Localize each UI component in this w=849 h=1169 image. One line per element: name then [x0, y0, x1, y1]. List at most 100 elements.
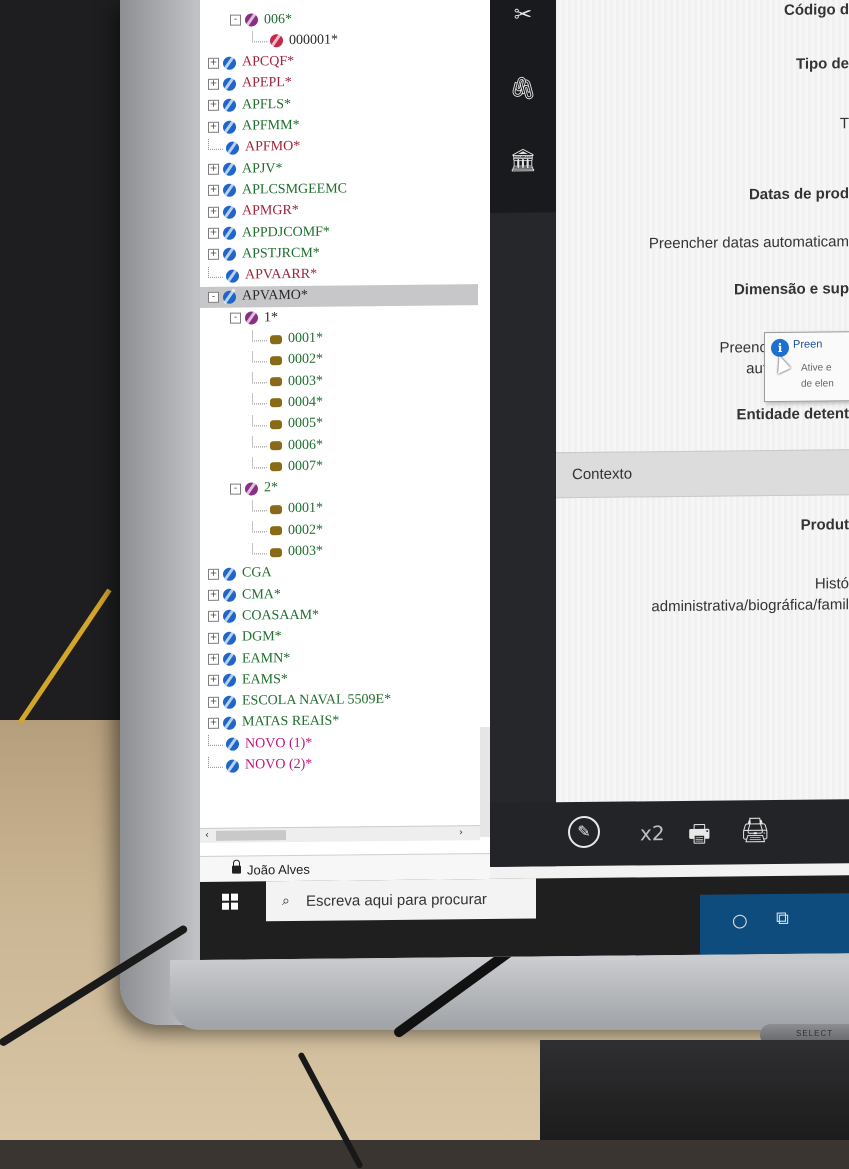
tree-connector	[252, 351, 267, 363]
tree-node[interactable]: + COASAAM*	[208, 605, 319, 627]
tree-node[interactable]: 0006*	[252, 435, 323, 457]
tree-node-label: 0002*	[288, 522, 323, 538]
folder-icon	[245, 311, 258, 325]
tree-node-label: APVAARR*	[245, 266, 318, 283]
task-view-icon[interactable]: ⧉	[776, 908, 789, 929]
fund-icon	[223, 588, 236, 602]
expand-icon[interactable]: +	[208, 675, 219, 687]
fund-icon	[223, 98, 236, 112]
document-icon	[270, 355, 282, 366]
monitor-stand	[540, 1040, 849, 1140]
tree-node[interactable]: + APFLS*	[208, 94, 291, 116]
tree-node[interactable]: + EAMS*	[208, 669, 288, 691]
tree-node-label: 006*	[264, 11, 292, 27]
expand-icon[interactable]: +	[208, 653, 219, 665]
expand-icon[interactable]: +	[208, 696, 219, 708]
section-context[interactable]: Contexto	[556, 449, 849, 499]
tree-horizontal-scrollbar[interactable]: ‹ ›	[200, 825, 480, 843]
tree-node-label: NOVO (2)*	[245, 756, 313, 773]
tree-node-label: APFMM*	[242, 117, 300, 134]
tree-node[interactable]: + APMGR*	[208, 201, 299, 223]
tree-node[interactable]: - 2*	[230, 478, 278, 500]
tree-node[interactable]: + APPDJCOMF*	[208, 222, 330, 244]
tree-node[interactable]: + EAMN*	[208, 648, 290, 670]
screen: - 006* 000001* + APCQF* + APEPL* + APFLS* + APFMM*…	[200, 0, 849, 961]
scroll-thumb[interactable]	[216, 830, 286, 841]
tree-node[interactable]: - 006*	[230, 9, 292, 31]
expand-icon[interactable]: +	[208, 163, 219, 176]
expand-icon[interactable]: +	[208, 227, 219, 239]
link-building-icon[interactable]: 🏛	[506, 144, 540, 178]
tree-node-label: APPDJCOMF*	[242, 224, 330, 241]
tree-node-label: APSTJRCM*	[242, 245, 320, 262]
tree-node-label: APLCSMGEEMC	[242, 181, 348, 198]
taskbar-search-box[interactable]: ⌕ Escreva aqui para procurar	[266, 878, 536, 922]
tree-node-label: 1*	[264, 309, 278, 326]
tree-node[interactable]: APFMO*	[208, 137, 300, 159]
collapse-icon[interactable]: -	[230, 312, 241, 324]
tree-node[interactable]: - 1*	[230, 307, 278, 329]
expand-icon[interactable]: +	[208, 568, 219, 580]
tree-node[interactable]: + APSTJRCM*	[208, 243, 320, 265]
tree-node[interactable]: + DGM*	[208, 627, 282, 649]
tree-node[interactable]: + APFMM*	[208, 115, 300, 137]
expand-icon[interactable]: +	[208, 78, 219, 90]
tree-node[interactable]: 0002*	[252, 520, 323, 542]
tree-node[interactable]: 0003*	[252, 371, 323, 393]
expand-icon[interactable]: +	[208, 121, 219, 133]
tree-node[interactable]: + APJV*	[208, 158, 282, 180]
form-field-label: Entidade detent	[736, 405, 849, 424]
tree-node[interactable]: 0001*	[252, 499, 323, 521]
tree-connector	[208, 734, 223, 747]
windows-start-icon[interactable]	[222, 893, 238, 910]
tree-node[interactable]: NOVO (2)*	[208, 754, 312, 776]
expand-icon[interactable]: +	[208, 206, 219, 218]
tree-vertical-scrollbar[interactable]	[480, 726, 490, 838]
tree-node-label: APMGR*	[242, 203, 299, 219]
tree-node[interactable]: + ESCOLA NAVAL 5509E*	[208, 690, 391, 713]
expand-icon[interactable]: +	[208, 611, 219, 623]
tree-node[interactable]: 0001*	[252, 328, 323, 350]
expand-icon[interactable]: +	[208, 632, 219, 644]
tree-node[interactable]: + MATAS REAIS*	[208, 711, 339, 733]
tree-node[interactable]: 0007*	[252, 456, 323, 478]
print-multiple-icon[interactable]: 🖨	[740, 816, 770, 844]
expand-icon[interactable]: +	[208, 717, 219, 729]
cortana-icon[interactable]: ○	[732, 910, 748, 931]
tree-node[interactable]: 0004*	[252, 392, 323, 414]
link-image-icon[interactable]: 🖇	[506, 72, 540, 106]
expand-icon[interactable]: +	[208, 57, 219, 69]
tree-node[interactable]: + APCQF*	[208, 52, 294, 74]
edit-icon[interactable]: ✎	[568, 815, 600, 849]
scroll-left-icon[interactable]: ‹	[200, 829, 214, 843]
tree-node[interactable]: + CMA*	[208, 584, 281, 606]
tree-node[interactable]: 0003*	[252, 541, 323, 563]
scroll-right-icon[interactable]: ›	[454, 826, 468, 840]
zoom-level[interactable]: x2	[640, 821, 665, 845]
folder-icon	[270, 34, 283, 48]
tree-node[interactable]: APVAARR*	[208, 264, 317, 286]
tree-node[interactable]: + APEPL*	[208, 73, 292, 95]
tree-node-label: APJV*	[242, 160, 283, 177]
tree-node[interactable]: + APLCSMGEEMC	[208, 179, 347, 201]
tools-icon[interactable]: ✂	[506, 0, 540, 33]
expand-icon[interactable]: +	[208, 185, 219, 197]
expand-icon[interactable]: +	[208, 249, 219, 261]
collapse-icon[interactable]: -	[230, 14, 241, 26]
tree-node[interactable]: NOVO (1)*	[208, 733, 312, 755]
print-icon[interactable]: 🖶	[688, 817, 711, 858]
tree-node[interactable]: 0005*	[252, 413, 323, 435]
expand-icon[interactable]: +	[208, 99, 219, 112]
expand-icon[interactable]: +	[208, 589, 219, 602]
collapse-icon[interactable]: -	[230, 483, 241, 495]
document-icon	[270, 441, 282, 451]
tree-node[interactable]: + CGA	[208, 563, 272, 585]
tree-node[interactable]: 000001*	[252, 30, 338, 52]
fund-icon	[223, 247, 236, 262]
tree-node-label: 0002*	[288, 352, 323, 368]
tree-node[interactable]: - APVAMO*	[200, 283, 478, 308]
collapse-icon[interactable]: -	[208, 291, 219, 303]
tree-node[interactable]: 0002*	[252, 350, 323, 372]
document-icon	[270, 334, 282, 344]
tree-node-label: APEPL*	[242, 75, 292, 91]
